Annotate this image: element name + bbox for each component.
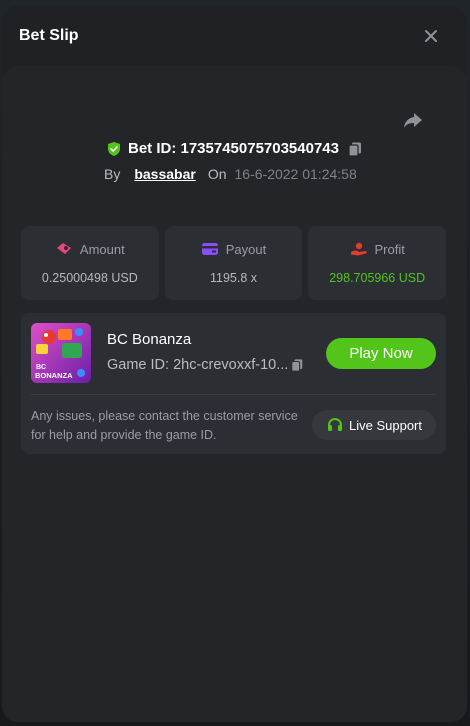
modal-header: Bet Slip: [2, 6, 467, 66]
bet-slip-modal: Bet Slip Bet ID: 1735745075703540743 By …: [2, 6, 467, 722]
bet-author-row: By bassabar On 16-6-2022 01:24:58: [104, 166, 357, 182]
stat-label: Profit: [374, 241, 405, 257]
play-now-button[interactable]: Play Now: [326, 338, 436, 369]
by-label: By: [104, 166, 121, 182]
close-button[interactable]: [421, 26, 441, 46]
close-icon: [425, 30, 437, 42]
modal-title: Bet Slip: [19, 27, 79, 44]
on-label: On: [207, 166, 227, 182]
game-name: BC Bonanza: [107, 331, 192, 348]
share-icon: [404, 113, 422, 128]
live-support-button[interactable]: Live Support: [312, 410, 436, 440]
stat-value: 1195.8 x: [209, 270, 258, 285]
divider: [31, 394, 436, 395]
stat-profit: Profit 298.705966 USD: [308, 226, 447, 300]
verified-shield-icon: [107, 141, 120, 156]
svg-text:BC: BC: [36, 364, 46, 371]
stat-value: 0.25000498 USD: [41, 270, 138, 285]
svg-text:BONANZA: BONANZA: [35, 371, 73, 380]
game-card: BC BONANZA BC Bonanza Game ID: 2hc-crevo…: [21, 313, 446, 454]
bet-id-row: Bet ID: 1735745075703540743: [2, 140, 467, 157]
bet-slip-content: Bet ID: 1735745075703540743 By bassabar …: [2, 66, 467, 722]
stat-value: 298.705966 USD: [329, 270, 426, 285]
stat-payout: Payout 1195.8 x: [164, 226, 303, 300]
bet-date: 16-6-2022 01:24:58: [234, 166, 357, 182]
bc-bonanza-logo-icon: BC BONANZA: [31, 323, 91, 383]
stat-label: Amount: [79, 241, 125, 257]
profit-icon: [350, 242, 367, 256]
copy-icon[interactable]: [347, 141, 363, 157]
bet-id: Bet ID: 1735745075703540743: [127, 140, 339, 157]
amount-icon: [56, 243, 71, 254]
username-link[interactable]: bassabar: [134, 166, 195, 182]
game-id-row: Game ID: 2hc-crevoxxf-10...: [107, 357, 304, 373]
game-thumbnail[interactable]: BC BONANZA: [31, 323, 91, 383]
bet-stats: Amount 0.25000498 USD Payout 1195.8 x Pr…: [21, 226, 447, 300]
stat-amount: Amount 0.25000498 USD: [21, 226, 159, 300]
live-support-label: Live Support: [349, 417, 422, 433]
headset-icon: [328, 417, 342, 431]
game-id: Game ID: 2hc-crevoxxf-10...: [107, 357, 289, 373]
stat-label: Payout: [225, 241, 267, 257]
payout-card-icon: [201, 243, 218, 255]
share-button[interactable]: [401, 108, 425, 132]
copy-icon[interactable]: [290, 358, 304, 372]
support-message: Any issues, please contact the customer …: [31, 409, 298, 442]
